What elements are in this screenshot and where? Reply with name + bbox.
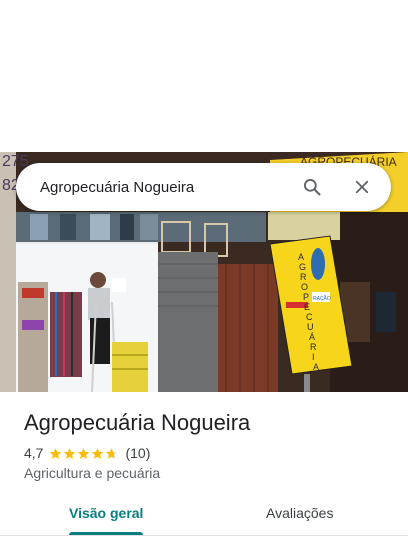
sign-letter: O [301,282,308,292]
star-icon [64,447,76,459]
rating-value: 4,7 [24,445,44,461]
sign-letter: Á [309,332,315,342]
rating-row[interactable]: 4,7 (10) [24,444,150,462]
review-count[interactable]: (10) [125,445,150,461]
sign-letter: A [313,362,319,372]
star-icon [92,447,104,459]
search-input[interactable]: Agropecuária Nogueira [40,179,300,196]
sign-letter: G [299,262,306,272]
place-title: Agropecuária Nogueira [24,410,251,435]
star-half-icon [106,447,118,459]
sign-letter: I [312,352,315,362]
tab-overview[interactable]: Visão geral [69,505,143,521]
sign-letter: R [300,272,307,282]
star-icon [50,447,62,459]
star-icon [78,447,90,459]
sign-letter: A [298,252,304,262]
sign-letter: R [310,342,317,352]
clear-search-button[interactable] [350,175,374,199]
sign-letter: P [303,292,309,302]
close-icon [355,180,369,194]
sign-letter: U [307,322,314,332]
star-rating [49,447,119,460]
tab-reviews[interactable]: Avaliações [266,505,333,521]
search-icon [304,179,321,196]
sign-letter: E [304,302,310,312]
place-category[interactable]: Agricultura e pecuária [24,465,160,481]
search-button[interactable] [300,175,324,199]
search-bar[interactable]: Agropecuária Nogueira [16,163,391,211]
sign-letter: C [306,312,313,322]
tabs-divider [0,535,408,536]
sign-name-label: RAÇÃO [313,295,331,302]
